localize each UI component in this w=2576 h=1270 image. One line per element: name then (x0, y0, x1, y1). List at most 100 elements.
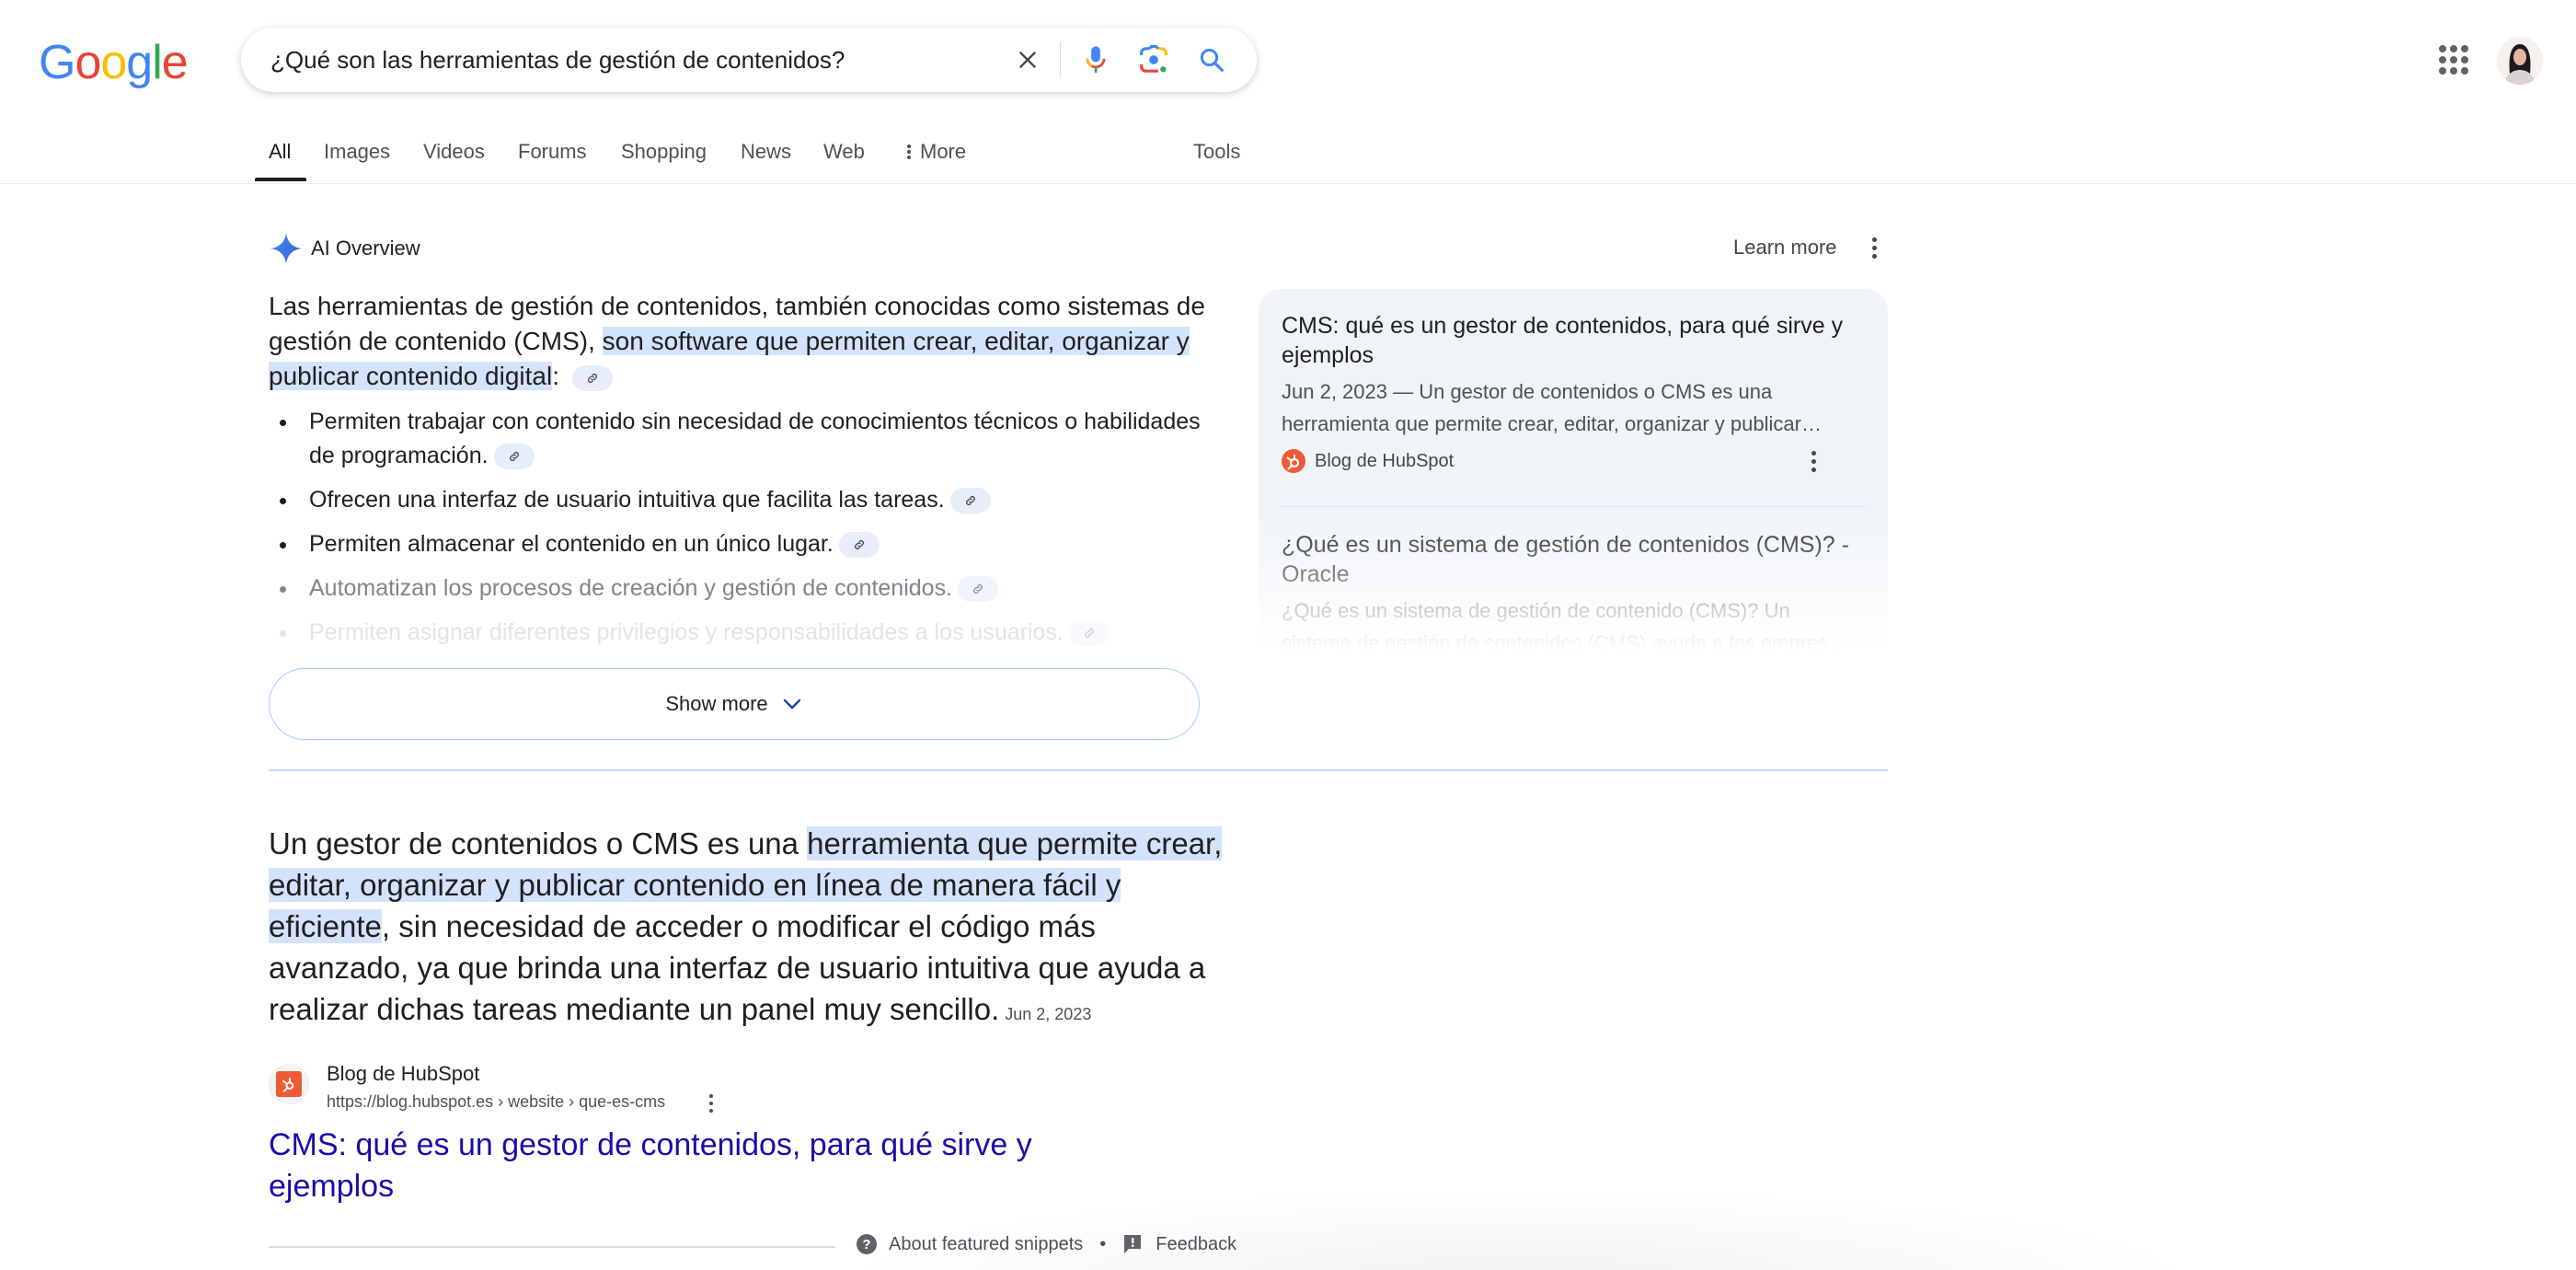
feedback-label: Feedback (1156, 1233, 1237, 1254)
profile-photo-icon (2497, 37, 2543, 85)
more-vert-icon (907, 144, 911, 159)
list-item: Ofrecen una interfaz de usuario intuitiv… (269, 483, 1207, 517)
hubspot-logo-icon (282, 1078, 294, 1093)
list-item: Permiten trabajar con contenido sin nece… (269, 405, 1207, 473)
feedback-link[interactable]: Feedback (1122, 1233, 1236, 1255)
link-icon (509, 452, 519, 462)
close-icon (1019, 52, 1036, 68)
tab-web[interactable]: Web (823, 140, 865, 164)
more-vert-icon (1811, 450, 1816, 456)
logo-letter: o (100, 36, 127, 89)
show-more-label: Show more (665, 692, 768, 715)
citation-link-button[interactable] (493, 444, 535, 470)
tab-videos[interactable]: Videos (423, 140, 485, 164)
link-icon (1084, 629, 1094, 639)
ai-overview-menu-button[interactable] (1860, 234, 1888, 261)
logo-letter: l (152, 36, 163, 89)
tabs-divider (0, 183, 2576, 184)
source-card-snippet: Jun 2, 2023 — Un gestor de contenidos o … (1282, 380, 1822, 435)
citation-link-button[interactable] (1068, 620, 1110, 647)
learn-more-link[interactable]: Learn more (1733, 236, 1837, 260)
about-featured-snippets-label: About featured snippets (889, 1233, 1084, 1254)
google-logo[interactable]: Google (39, 36, 189, 89)
clear-search-button[interactable] (1008, 40, 1047, 79)
tools-button[interactable]: Tools (1193, 140, 1240, 164)
gemini-sparkle-icon (270, 232, 303, 265)
logo-letter: g (126, 36, 153, 89)
microphone-icon (1086, 46, 1106, 73)
result-url[interactable]: https://blog.hubspot.es › website › que-… (327, 1092, 665, 1112)
logo-letter: G (39, 36, 75, 89)
citation-link-button[interactable] (958, 576, 999, 603)
tab-more[interactable]: More (905, 140, 966, 164)
hubspot-logo-icon (1282, 449, 1305, 473)
source-card-title[interactable]: CMS: qué es un gestor de contenidos, par… (1282, 311, 1870, 370)
ai-overview-label: AI Overview (311, 237, 420, 260)
source-site-name: Blog de HubSpot (1315, 450, 1455, 471)
search-box (241, 28, 1257, 92)
logo-letter: o (75, 36, 101, 89)
tab-shopping[interactable]: Shopping (621, 140, 707, 164)
list-item-text: Permiten trabajar con contenido sin nece… (309, 409, 1201, 468)
about-featured-snippets-link[interactable]: ? About featured snippets (856, 1233, 1083, 1255)
source-card-snippet: ¿Qué es un sistema de gestión de conteni… (1282, 599, 1849, 654)
list-item: Permiten almacenar el contenido en un ún… (269, 527, 1207, 561)
featured-snippet-text: Un gestor de contenidos o CMS es una her… (269, 823, 1244, 1035)
snippet-footer-divider (269, 1246, 835, 1248)
feedback-icon (1124, 1235, 1142, 1253)
tab-images[interactable]: Images (324, 140, 390, 164)
link-icon (973, 584, 983, 595)
source-card-site[interactable]: Blog de HubSpot (1282, 449, 1454, 473)
show-more-button[interactable]: Show more (269, 668, 1200, 740)
list-item: Permiten asignar diferentes privilegios … (269, 616, 1207, 650)
tab-all[interactable]: All (269, 140, 291, 164)
citation-link-button[interactable] (838, 532, 880, 559)
citation-link-button[interactable] (949, 488, 991, 514)
source-card-title[interactable]: ¿Qué es un sistema de gestión de conteni… (1282, 530, 1870, 589)
ai-overview-divider (269, 769, 1888, 771)
svg-text:?: ? (862, 1237, 870, 1253)
list-item-text: Ofrecen una interfaz de usuario intuitiv… (309, 487, 945, 513)
result-url-text: https://blog.hubspot.es › website › que-… (327, 1092, 666, 1111)
summary-colon: : (552, 362, 559, 390)
more-vert-icon (1871, 237, 1877, 242)
help-icon: ? (857, 1234, 877, 1254)
tab-news[interactable]: News (741, 140, 791, 164)
ai-overview-header: AI Overview (269, 230, 420, 267)
list-item-text: Permiten asignar diferentes privilegios … (309, 619, 1064, 645)
site-favicon[interactable] (269, 1064, 309, 1104)
snippet-text: Un gestor de contenidos o CMS es una (269, 826, 808, 860)
ai-overview-list: Permiten trabajar con contenido sin nece… (269, 405, 1207, 660)
result-menu-button[interactable] (699, 1090, 723, 1117)
active-tab-indicator (255, 178, 306, 181)
search-divider (1060, 42, 1061, 77)
link-icon (965, 496, 975, 506)
google-apps-icon[interactable] (2438, 44, 2469, 75)
chevron-down-icon (783, 698, 800, 710)
source-menu-button[interactable] (1800, 447, 1827, 475)
citation-link-button[interactable] (571, 364, 613, 391)
snippet-footer: ? About featured snippets • Feedback (856, 1233, 1236, 1255)
footer-separator: • (1099, 1233, 1107, 1254)
search-by-image-button[interactable] (1134, 40, 1173, 79)
source-divider (1282, 506, 1867, 507)
tab-forums[interactable]: Forums (518, 140, 587, 164)
ai-overview-summary: Las herramientas de gestión de contenido… (269, 289, 1207, 394)
link-icon (587, 373, 597, 383)
ai-sources-panel: CMS: qué es un gestor de contenidos, par… (1259, 289, 1888, 666)
search-input[interactable] (270, 45, 988, 75)
snippet-date: Jun 2, 2023 (1005, 1005, 1092, 1023)
search-button[interactable] (1192, 40, 1231, 79)
google-lens-icon (1140, 44, 1167, 73)
result-site-name[interactable]: Blog de HubSpot (327, 1062, 479, 1086)
more-vert-icon (709, 1094, 713, 1098)
account-avatar[interactable] (2497, 37, 2543, 85)
list-item-text: Permiten almacenar el contenido en un ún… (309, 531, 834, 557)
tab-more-label: More (920, 140, 967, 163)
search-icon (1200, 48, 1224, 72)
voice-search-button[interactable] (1076, 40, 1115, 79)
list-item-text: Automatizan los procesos de creación y g… (309, 575, 953, 601)
result-title-link[interactable]: CMS: qué es un gestor de contenidos, par… (269, 1125, 1152, 1207)
logo-letter: e (161, 36, 189, 89)
list-item: Automatizan los procesos de creación y g… (269, 572, 1207, 606)
